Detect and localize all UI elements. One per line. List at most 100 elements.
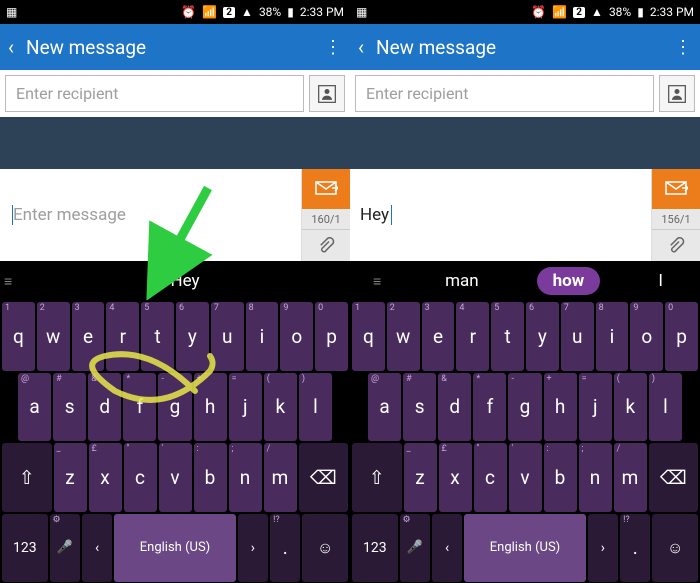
key-r[interactable]: 4r bbox=[456, 302, 489, 371]
attach-button[interactable] bbox=[302, 229, 350, 261]
backspace-key[interactable]: ⌫ bbox=[649, 443, 699, 512]
person-icon bbox=[317, 84, 337, 104]
hamburger-icon[interactable]: ≡ bbox=[2, 273, 18, 290]
message-input[interactable]: Enter message bbox=[0, 169, 302, 261]
recipient-input[interactable]: Enter recipient bbox=[5, 75, 304, 112]
key-z[interactable]: _z bbox=[404, 443, 437, 512]
key-q[interactable]: 1q bbox=[352, 302, 385, 371]
mic-key[interactable]: ⚙🎤 bbox=[50, 514, 80, 583]
key-b[interactable]: :b bbox=[194, 443, 227, 512]
key-d[interactable]: &d bbox=[88, 373, 121, 442]
char-counter: 156/1 bbox=[652, 209, 700, 229]
send-button[interactable] bbox=[302, 169, 350, 209]
enter-key[interactable]: ☺ bbox=[302, 514, 348, 583]
key-d[interactable]: &d bbox=[438, 373, 471, 442]
key-l[interactable]: )l bbox=[299, 373, 332, 442]
shift-key[interactable]: ⇧ bbox=[352, 443, 402, 512]
key-f[interactable]: *f bbox=[473, 373, 506, 442]
key-m[interactable]: /m bbox=[264, 443, 297, 512]
recipient-row: Enter recipient bbox=[0, 70, 350, 117]
key-w[interactable]: 2w bbox=[387, 302, 420, 371]
key-u[interactable]: 7u bbox=[211, 302, 244, 371]
overflow-menu-icon[interactable]: ⋮ bbox=[674, 37, 692, 58]
key-g[interactable]: -g bbox=[508, 373, 541, 442]
numeric-key[interactable]: 123 bbox=[2, 514, 48, 583]
key-a[interactable]: @a bbox=[18, 373, 51, 442]
suggestion-2[interactable]: how bbox=[537, 267, 601, 295]
send-button[interactable] bbox=[652, 169, 700, 209]
message-input[interactable]: Hey bbox=[350, 169, 652, 261]
suggestion-bar: ≡ man how I bbox=[350, 261, 700, 301]
key-t[interactable]: 5t bbox=[491, 302, 524, 371]
suggestion-1[interactable]: man bbox=[429, 267, 495, 295]
key-k[interactable]: (k bbox=[264, 373, 297, 442]
key-o[interactable]: 9o bbox=[280, 302, 313, 371]
key-i[interactable]: 8i bbox=[246, 302, 279, 371]
send-icon bbox=[664, 180, 688, 198]
key-r[interactable]: 4r bbox=[106, 302, 139, 371]
key-c[interactable]: "c bbox=[474, 443, 507, 512]
add-contact-button[interactable] bbox=[309, 75, 345, 112]
enter-key[interactable]: ☺ bbox=[652, 514, 698, 583]
key-h[interactable]: +h bbox=[194, 373, 227, 442]
lang-prev-key[interactable]: ‹ bbox=[82, 514, 112, 583]
key-j[interactable]: =j bbox=[579, 373, 612, 442]
key-f[interactable]: *f bbox=[123, 373, 156, 442]
lang-prev-key[interactable]: ‹ bbox=[432, 514, 462, 583]
suggestion-center[interactable]: Hey bbox=[154, 267, 215, 295]
period-key[interactable]: !?. bbox=[620, 514, 650, 583]
key-p[interactable]: 0p bbox=[315, 302, 348, 371]
back-icon[interactable]: ‹ bbox=[358, 35, 364, 59]
key-h[interactable]: +h bbox=[544, 373, 577, 442]
lang-next-key[interactable]: › bbox=[588, 514, 618, 583]
char-counter: 160/1 bbox=[302, 209, 350, 229]
back-icon[interactable]: ‹ bbox=[8, 35, 14, 59]
hamburger-icon[interactable]: ≡ bbox=[371, 273, 387, 290]
key-c[interactable]: "c bbox=[124, 443, 157, 512]
suggestion-3[interactable]: I bbox=[642, 267, 679, 295]
key-u[interactable]: 7u bbox=[561, 302, 594, 371]
key-z[interactable]: _z bbox=[54, 443, 87, 512]
attach-button[interactable] bbox=[652, 229, 700, 261]
key-j[interactable]: =j bbox=[229, 373, 262, 442]
key-s[interactable]: #s bbox=[403, 373, 436, 442]
key-e[interactable]: 3e bbox=[422, 302, 455, 371]
space-key[interactable]: English (US) bbox=[464, 514, 585, 583]
clock: 2:33 PM bbox=[650, 5, 694, 19]
key-i[interactable]: 8i bbox=[596, 302, 629, 371]
key-p[interactable]: 0p bbox=[665, 302, 698, 371]
key-y[interactable]: 6y bbox=[526, 302, 559, 371]
backspace-key[interactable]: ⌫ bbox=[299, 443, 349, 512]
keyboard: ≡ Hey 1q2w3e4r5t6y7u8i9o0p @a#s&d*f-g+h=… bbox=[0, 261, 350, 583]
space-key[interactable]: English (US) bbox=[114, 514, 235, 583]
key-q[interactable]: 1q bbox=[2, 302, 35, 371]
key-t[interactable]: 5t bbox=[141, 302, 174, 371]
key-v[interactable]: 'v bbox=[509, 443, 542, 512]
key-n[interactable]: ;n bbox=[229, 443, 262, 512]
key-b[interactable]: :b bbox=[544, 443, 577, 512]
key-y[interactable]: 6y bbox=[176, 302, 209, 371]
key-x[interactable]: £x bbox=[89, 443, 122, 512]
key-v[interactable]: 'v bbox=[159, 443, 192, 512]
key-o[interactable]: 9o bbox=[630, 302, 663, 371]
overflow-menu-icon[interactable]: ⋮ bbox=[324, 37, 342, 58]
key-x[interactable]: £x bbox=[439, 443, 472, 512]
recipient-input[interactable]: Enter recipient bbox=[355, 75, 654, 112]
mic-key[interactable]: ⚙🎤 bbox=[400, 514, 430, 583]
key-s[interactable]: #s bbox=[53, 373, 86, 442]
key-e[interactable]: 3e bbox=[72, 302, 105, 371]
shift-key[interactable]: ⇧ bbox=[2, 443, 52, 512]
numeric-key[interactable]: 123 bbox=[352, 514, 398, 583]
add-contact-button[interactable] bbox=[659, 75, 695, 112]
key-g[interactable]: -g bbox=[158, 373, 191, 442]
key-row-3: ⇧_z£x"c'v:b;n/m⌫ bbox=[350, 442, 700, 513]
key-k[interactable]: (k bbox=[614, 373, 647, 442]
key-l[interactable]: )l bbox=[649, 373, 682, 442]
key-w[interactable]: 2w bbox=[37, 302, 70, 371]
period-key[interactable]: !?. bbox=[270, 514, 300, 583]
key-n[interactable]: ;n bbox=[579, 443, 612, 512]
key-m[interactable]: /m bbox=[614, 443, 647, 512]
lang-next-key[interactable]: › bbox=[238, 514, 268, 583]
signal-icon: ▲ bbox=[591, 5, 603, 19]
key-a[interactable]: @a bbox=[368, 373, 401, 442]
